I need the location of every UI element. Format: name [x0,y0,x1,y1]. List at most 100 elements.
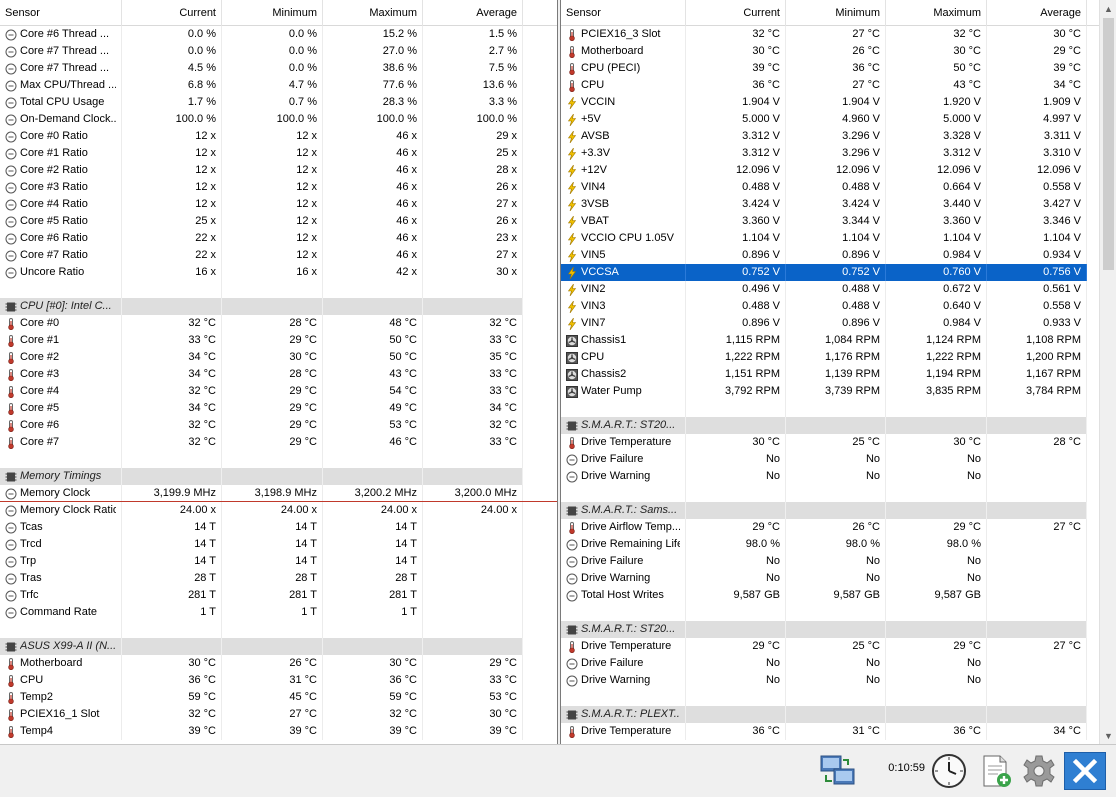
sensor-row[interactable]: VCCIN 1.904 V 1.904 V 1.920 V 1.909 V [561,94,1116,111]
sensor-row[interactable]: VBAT 3.360 V 3.344 V 3.360 V 3.346 V [561,213,1116,230]
column-header-current[interactable]: Current [686,0,786,26]
sensor-row[interactable]: Core #0 32 °C 28 °C 48 °C 32 °C [0,315,557,332]
sensor-row[interactable]: VCCIO CPU 1.05V 1.104 V 1.104 V 1.104 V 1.10… [561,230,1116,247]
column-header-sensor[interactable]: Sensor [0,0,122,26]
column-header-current[interactable]: Current [122,0,222,26]
sensor-row[interactable]: Total CPU Usage 1.7 % 0.7 % 28.3 % 3.3 % [0,94,557,111]
column-header-maximum[interactable]: Maximum [886,0,987,26]
sensor-row[interactable]: VIN7 0.896 V 0.896 V 0.984 V 0.933 V [561,315,1116,332]
sensor-row[interactable]: Core #1 33 °C 29 °C 50 °C 33 °C [0,332,557,349]
column-header-sensor[interactable]: Sensor [561,0,686,26]
sensor-row[interactable]: Core #7 Thread ... 0.0 % 0.0 % 27.0 % 2.7 % [0,43,557,60]
sensor-row[interactable]: Core #3 Ratio 12 x 12 x 46 x 26 x [0,179,557,196]
scroll-thumb[interactable] [1103,18,1114,270]
sensor-row[interactable]: Chassis2 1,151 RPM 1,139 RPM 1,194 RPM 1,167… [561,366,1116,383]
sensor-row[interactable]: Drive Temperature 30 °C 25 °C 30 °C 28 °C [561,434,1116,451]
sensor-row[interactable]: CPU (PECI) 39 °C 36 °C 50 °C 39 °C [561,60,1116,77]
sensor-row[interactable]: VIN5 0.896 V 0.896 V 0.984 V 0.934 V [561,247,1116,264]
sensor-row[interactable]: PCIEX16_1 Slot 32 °C 27 °C 32 °C 30 °C [0,706,557,723]
sensor-row[interactable]: Drive Temperature 29 °C 25 °C 29 °C 27 °C [561,638,1116,655]
sensor-row[interactable]: Core #2 Ratio 12 x 12 x 46 x 28 x [0,162,557,179]
settings-button[interactable] [1018,752,1060,790]
sensor-row[interactable]: +3.3V 3.312 V 3.296 V 3.312 V 3.310 V [561,145,1116,162]
column-header-minimum[interactable]: Minimum [786,0,886,26]
sensor-row[interactable]: Core #7 Thread ... 4.5 % 0.0 % 38.6 % 7.5 % [0,60,557,77]
sensor-row[interactable]: Core #7 32 °C 29 °C 46 °C 33 °C [0,434,557,451]
sensor-group-header[interactable]: CPU [#0]: Intel C... [0,298,557,315]
sensor-row[interactable]: VIN3 0.488 V 0.488 V 0.640 V 0.558 V [561,298,1116,315]
sensor-group-header[interactable]: S.M.A.R.T.: ST20... [561,417,1116,434]
add-report-button[interactable] [974,752,1016,790]
sensor-row[interactable]: Drive Failure No No No [561,553,1116,570]
sensor-row[interactable]: Core #3 34 °C 28 °C 43 °C 33 °C [0,366,557,383]
sensor-group-header[interactable]: ASUS X99-A II (N... [0,638,557,655]
sensor-row[interactable]: Motherboard 30 °C 26 °C 30 °C 29 °C [561,43,1116,60]
column-header-average[interactable]: Average [987,0,1087,26]
sensor-row[interactable]: Core #6 Thread ... 0.0 % 0.0 % 15.2 % 1.5 % [0,26,557,43]
sensor-row[interactable]: PCIEX16_3 Slot 32 °C 27 °C 32 °C 30 °C [561,26,1116,43]
column-header-maximum[interactable]: Maximum [323,0,423,26]
sensor-row[interactable]: Core #5 34 °C 29 °C 49 °C 34 °C [0,400,557,417]
sensor-row[interactable]: Drive Warning No No No [561,672,1116,689]
sensor-row[interactable]: Drive Remaining Life 98.0 % 98.0 % 98.0 % [561,536,1116,553]
sensor-row[interactable]: Motherboard 30 °C 26 °C 30 °C 29 °C [0,655,557,672]
sensor-row[interactable]: Water Pump 3,792 RPM 3,739 RPM 3,835 RPM 3,7… [561,383,1116,400]
sensor-row[interactable]: VCCSA 0.752 V 0.752 V 0.760 V 0.756 V [561,264,1116,281]
scroll-down-icon[interactable]: ▼ [1100,727,1116,744]
sensor-row[interactable]: Memory Clock Ratio 24.00 x 24.00 x 24.00 x2… [0,502,557,519]
sensor-row[interactable]: Core #0 Ratio 12 x 12 x 46 x 29 x [0,128,557,145]
sensor-row[interactable]: Trfc 281 T 281 T 281 T [0,587,557,604]
sensor-row[interactable]: Drive Airflow Temp... 29 °C 26 °C 29 °C 27 °… [561,519,1116,536]
sensor-row[interactable]: Temp2 59 °C 45 °C 59 °C 53 °C [0,689,557,706]
sensor-row[interactable]: CPU 36 °C 27 °C 43 °C 34 °C [561,77,1116,94]
sensor-table-right[interactable]: Sensor Current Minimum Maximum Average P… [560,0,1116,744]
sensor-row[interactable]: On-Demand Clock... 100.0 % 100.0 % 100.0 % 1… [0,111,557,128]
sensor-table-left[interactable]: Sensor Current Minimum Maximum Average C… [0,0,558,744]
sensor-row[interactable]: Trcd 14 T 14 T 14 T [0,536,557,553]
sensor-group-header[interactable]: S.M.A.R.T.: Sams... [561,502,1116,519]
sensor-row[interactable]: Core #4 32 °C 29 °C 54 °C 33 °C [0,383,557,400]
sensor-row[interactable]: AVSB 3.312 V 3.296 V 3.328 V 3.311 V [561,128,1116,145]
sensor-row[interactable]: Max CPU/Thread ... 6.8 % 4.7 % 77.6 % 13.6 % [0,77,557,94]
sensor-row[interactable]: Drive Temperature 36 °C 31 °C 36 °C 34 °C [561,723,1116,740]
sensor-row[interactable]: VIN2 0.496 V 0.488 V 0.672 V 0.561 V [561,281,1116,298]
sensor-row[interactable]: Core #7 Ratio 22 x 12 x 46 x 27 x [0,247,557,264]
sensor-row[interactable]: Command Rate 1 T1 T1 T [0,604,557,621]
sensor-group-header[interactable]: S.M.A.R.T.: ST20... [561,621,1116,638]
sensor-row[interactable]: Temp4 39 °C 39 °C 39 °C 39 °C [0,723,557,740]
sensor-row[interactable]: Core #4 Ratio 12 x 12 x 46 x 27 x [0,196,557,213]
column-header-minimum[interactable]: Minimum [222,0,323,26]
sensor-row[interactable]: Total Host Writes 9,587 GB 9,587 GB 9,587 G… [561,587,1116,604]
close-button[interactable] [1064,752,1106,790]
sensor-row[interactable]: 3VSB 3.424 V 3.424 V 3.440 V 3.427 V [561,196,1116,213]
sensor-row[interactable]: CPU 36 °C 31 °C 36 °C 33 °C [0,672,557,689]
sensor-name-cell: Core #4 [0,383,122,400]
network-button[interactable] [817,752,859,790]
sensor-row[interactable]: Uncore Ratio 16 x 16 x 42 x 30 x [0,264,557,281]
sensor-row[interactable]: Drive Failure No No No [561,655,1116,672]
sensor-row[interactable]: Core #1 Ratio 12 x 12 x 46 x 25 x [0,145,557,162]
sensor-row[interactable]: Drive Warning No No No [561,468,1116,485]
sensor-row[interactable]: Core #5 Ratio 25 x 12 x 46 x 26 x [0,213,557,230]
clock-button[interactable] [928,752,970,790]
sensor-row[interactable]: Core #6 Ratio 22 x 12 x 46 x 23 x [0,230,557,247]
sensor-group-header[interactable]: Memory Timings [0,468,557,485]
sensor-row[interactable]: Trp 14 T 14 T 14 T [0,553,557,570]
sensor-row[interactable]: Drive Warning No No No [561,570,1116,587]
sensor-row[interactable]: Drive Failure No No No [561,451,1116,468]
scroll-up-icon[interactable]: ▲ [1100,0,1116,17]
vertical-scrollbar[interactable]: ▲ ▼ [1099,0,1116,744]
sensor-row[interactable]: Core #6 32 °C 29 °C 53 °C 32 °C [0,417,557,434]
sensor-row[interactable]: Chassis1 1,115 RPM 1,084 RPM 1,124 RPM 1,108… [561,332,1116,349]
sensor-group-header[interactable]: S.M.A.R.T.: PLEXT... [561,706,1116,723]
sensor-row[interactable]: +5V 5.000 V 4.960 V 5.000 V 4.997 V [561,111,1116,128]
sensor-row[interactable]: Core #2 34 °C 30 °C 50 °C 35 °C [0,349,557,366]
sensor-row[interactable]: Tcas 14 T 14 T 14 T [0,519,557,536]
sensor-row[interactable]: +12V 12.096 V 12.096 V 12.096 V 12.096 V [561,162,1116,179]
sensor-row[interactable]: VIN4 0.488 V 0.488 V 0.664 V 0.558 V [561,179,1116,196]
sensor-name-cell: Core #7 Ratio [0,247,122,264]
sensor-row[interactable]: CPU 1,222 RPM 1,176 RPM 1,222 RPM 1,200 RPM [561,349,1116,366]
sensor-row[interactable]: Memory Clock 3,199.9 MHz 3,198.9 MHz 3,200.… [0,485,557,502]
sensor-row[interactable]: Tras 28 T 28 T 28 T [0,570,557,587]
column-header-average[interactable]: Average [423,0,523,26]
